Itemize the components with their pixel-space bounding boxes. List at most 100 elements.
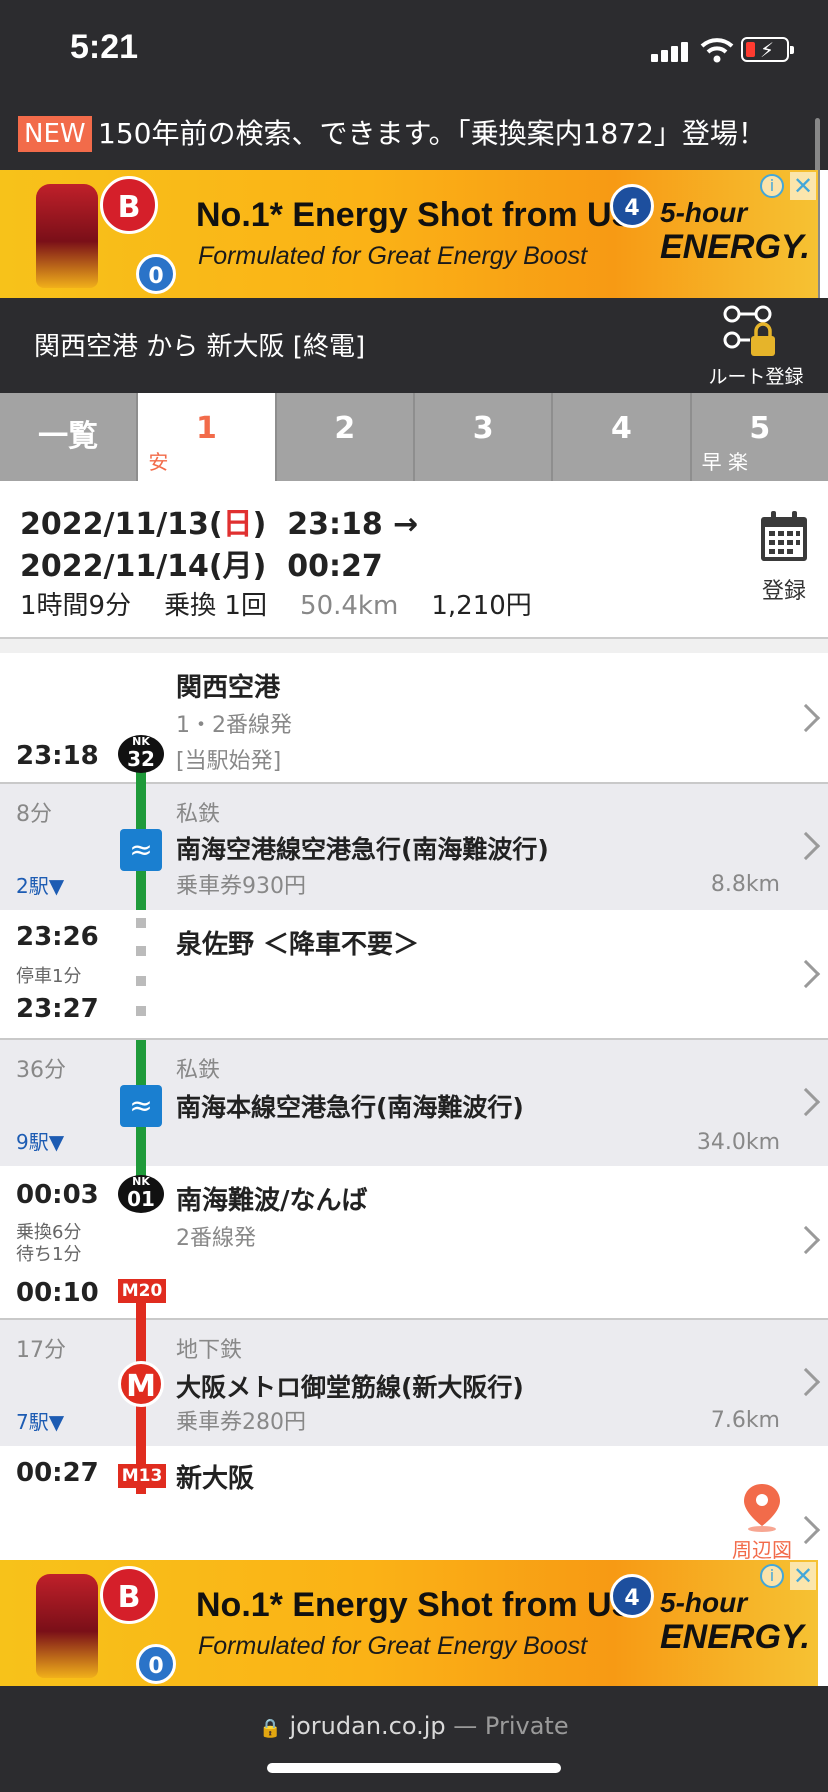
ad-logo-b: B [100, 176, 158, 234]
arrival-time: 23:26 [16, 922, 99, 952]
osaka-metro-icon: M [118, 1361, 164, 1407]
rail-dot [136, 1006, 146, 1016]
nankai-wave-icon: ≈ [120, 1085, 162, 1127]
arrival-datetime: 2022/11/14(月) 00:27 [20, 541, 383, 585]
route-title: 関西空港 から 新大阪 [終電] [34, 332, 366, 362]
departure-time: 23:18 [16, 741, 99, 771]
chevron-right-icon [791, 1087, 821, 1117]
url-display[interactable]: 🔒 jorudan.co.jp — Private [0, 1712, 828, 1740]
rail-dot [136, 976, 146, 986]
station-row-izumisano[interactable]: 23:26 停車1分 23:27 泉佐野 ＜降車不要＞ [0, 910, 828, 1038]
ad-logo-four: 4 [610, 1574, 654, 1618]
calendar-icon [761, 511, 807, 561]
transfers: 乗換 1回 [164, 591, 267, 621]
home-indicator[interactable] [267, 1763, 561, 1773]
chevron-right-icon [791, 831, 821, 861]
ad-subline: Formulated for Great Energy Boost [198, 242, 588, 270]
ad-logo-four: 4 [610, 184, 654, 228]
station-platform: 1・2番線発 [176, 713, 292, 738]
energy-bottle-image [36, 184, 98, 288]
tab-route-2[interactable]: 2 [277, 393, 415, 481]
line-distance: 34.0km [696, 1130, 780, 1155]
tab-list[interactable]: 一覧 [0, 393, 139, 481]
ad-brand-top: 5-hour [660, 197, 748, 228]
ad-headline: No.1* Energy Shot from US [196, 1586, 635, 1624]
route-header: 関西空港 から 新大阪 [終電] ルート登録 [0, 298, 828, 393]
arrival-time: 00:27 [287, 549, 383, 584]
rail-dot [136, 918, 146, 928]
station-note: [当駅始発] [176, 749, 282, 774]
stops-toggle[interactable]: 9駅▼ [16, 1126, 64, 1155]
tab-label: 4 [611, 411, 632, 446]
ad-banner-bottom[interactable]: B 0 No.1* Energy Shot from US Formulated… [0, 1560, 818, 1688]
lock-icon: 🔒 [259, 1718, 282, 1739]
line-distance: 8.8km [710, 872, 780, 897]
arrival-time: 00:03 [16, 1180, 99, 1210]
departure-time: 23:27 [16, 994, 99, 1024]
tab-route-1[interactable]: 1安 [138, 393, 277, 481]
url-text: jorudan.co.jp [289, 1712, 446, 1740]
tab-label: 1 [196, 411, 217, 446]
distance: 50.4km [300, 591, 399, 621]
arrival-time: 00:27 [16, 1458, 99, 1488]
route-tabs: 一覧 1安 2 3 4 5早 楽 [0, 393, 828, 481]
close-icon[interactable]: ✕ [790, 172, 816, 200]
route-summary: 2022/11/13(日) 23:18 → 2022/11/14(月) 00:2… [0, 481, 828, 639]
browser-address-bar[interactable]: 🔒 jorudan.co.jp — Private [0, 1686, 828, 1792]
info-icon[interactable]: i [760, 1564, 784, 1588]
tab-label: 3 [472, 411, 494, 446]
ad-brand-bottom: ENERGY. [660, 228, 810, 266]
ad-logo-zero: 0 [136, 1644, 176, 1684]
news-banner[interactable]: NEW 150年前の検索、できます。「乗換案内1872」登場！ [0, 100, 828, 170]
ad-logo-zero: 0 [136, 254, 176, 294]
chevron-right-icon [791, 1367, 821, 1397]
departure-datetime: 2022/11/13(日) 23:18 → [20, 499, 418, 543]
route-register-button[interactable]: ルート登録 [696, 298, 816, 393]
ad-banner-top[interactable]: B 0 No.1* Energy Shot from US Formulated… [0, 170, 818, 298]
metro-station-code: M20 [118, 1279, 166, 1303]
section-gap [0, 639, 828, 653]
status-bar: 5:21 ⚡ [0, 0, 828, 100]
stops-toggle[interactable]: 2駅▼ [16, 870, 64, 899]
calendar-label: 登録 [761, 579, 806, 604]
tab-label: 5 [749, 411, 771, 446]
line-type: 私鉄 [176, 802, 221, 827]
line-name: 大阪メトロ御堂筋線(新大阪行) [176, 1373, 524, 1402]
line-distance: 7.6km [710, 1408, 780, 1433]
info-icon[interactable]: i [760, 174, 784, 198]
stops-toggle[interactable]: 7駅▼ [16, 1406, 64, 1435]
line-type: 私鉄 [176, 1058, 221, 1083]
metro-station-code: M13 [118, 1464, 166, 1488]
stop-duration: 停車1分 [16, 966, 82, 987]
line-type: 地下鉄 [176, 1338, 243, 1363]
map-pin-icon [744, 1484, 780, 1532]
cellular-signal-icon [651, 42, 691, 62]
arrival-date: 2022/11/14(月) [20, 549, 267, 584]
station-code-number: 32 [127, 747, 155, 771]
wifi-icon [700, 38, 734, 63]
ride-duration: 36分 [16, 1058, 66, 1083]
tab-tag: 安 [148, 450, 169, 474]
station-name: 泉佐野 ＜降車不要＞ [176, 930, 420, 960]
line-fare: 乗車券930円 [176, 874, 306, 899]
line-name: 南海空港線空港急行(南海難波行) [176, 835, 549, 864]
calendar-register-button[interactable]: 登録 [752, 511, 816, 604]
news-text[interactable]: 150年前の検索、できます。「乗換案内1872」登場！ [98, 114, 766, 154]
station-name: 関西空港 [176, 673, 281, 703]
ad-brand: 5-hour ENERGY. [660, 1586, 810, 1654]
station-code-badge: NK 01 [118, 1175, 164, 1213]
ad-subline: Formulated for Great Energy Boost [198, 1632, 588, 1660]
departure-time: 00:10 [16, 1278, 99, 1308]
ad-headline: No.1* Energy Shot from US [196, 196, 635, 234]
tab-route-3[interactable]: 3 [415, 393, 554, 481]
line-fare: 乗車券280円 [176, 1410, 306, 1435]
close-icon[interactable]: ✕ [790, 1562, 816, 1590]
tab-route-5[interactable]: 5早 楽 [692, 393, 828, 481]
tab-route-4[interactable]: 4 [553, 393, 692, 481]
ride-duration: 8分 [16, 802, 52, 827]
route-register-label: ルート登録 [708, 366, 804, 388]
fare: 1,210円 [431, 591, 532, 621]
private-label: — Private [453, 1712, 569, 1740]
energy-bottle-image [36, 1574, 98, 1678]
route-lock-icon [723, 305, 775, 356]
